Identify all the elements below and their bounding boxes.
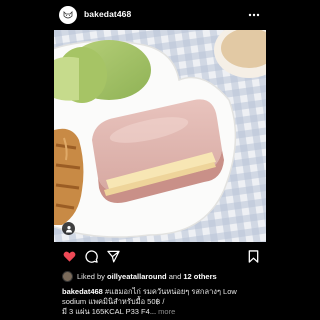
caption-text-3: มี 3 แผ่น 165KCAL P33 F4...: [62, 307, 157, 316]
more-dots-icon: [248, 13, 260, 17]
person-tag-icon: [65, 225, 72, 232]
caption-more-link[interactable]: more: [158, 307, 175, 316]
liker-avatar[interactable]: [62, 270, 73, 282]
post-caption: bakedat468 #แฮมอกไก่ รมควันหน่อยๆ รสกลาง…: [62, 287, 262, 317]
food-photo-image: [54, 30, 266, 242]
liker-username[interactable]: oillyeatallaround: [107, 272, 167, 281]
bookmark-icon: [248, 249, 258, 263]
likes-summary: Liked by oillyeatallaround and 12 others: [62, 270, 217, 282]
share-plane-icon: [106, 250, 120, 262]
fox-logo-icon: [63, 11, 73, 19]
caption-line-2: sodium แพคมินิสำหรับมื้อ 50฿ /: [62, 297, 165, 306]
likes-others-link[interactable]: 12 others: [183, 272, 216, 281]
caption-text-1: #แฮมอกไก่ รมควันหน่อยๆ รสกลางๆ Low: [104, 287, 237, 296]
like-button[interactable]: [62, 249, 76, 263]
share-button[interactable]: [106, 249, 120, 263]
post-photo[interactable]: [54, 30, 266, 242]
post-username[interactable]: bakedat468: [84, 9, 131, 19]
more-options-button[interactable]: [247, 8, 261, 22]
profile-avatar[interactable]: [59, 6, 77, 24]
save-button[interactable]: [246, 249, 260, 263]
caption-line-3: มี 3 แผ่น 165KCAL P33 F4... more: [62, 307, 262, 317]
tagged-people-button[interactable]: [62, 222, 75, 235]
likes-prefix: Liked by: [77, 271, 105, 281]
likes-connector: and: [168, 271, 182, 281]
comment-button[interactable]: [84, 249, 98, 263]
caption-line-1: bakedat468 #แฮมอกไก่ รมควันหน่อยๆ รสกลาง…: [62, 287, 262, 297]
caption-username[interactable]: bakedat468: [62, 287, 103, 296]
comment-icon: [84, 249, 98, 263]
heart-filled-icon: [63, 251, 75, 262]
instagram-post: bakedat468 Liked by oillyeatallaround an…: [0, 0, 320, 320]
post-header: bakedat468: [0, 0, 320, 30]
